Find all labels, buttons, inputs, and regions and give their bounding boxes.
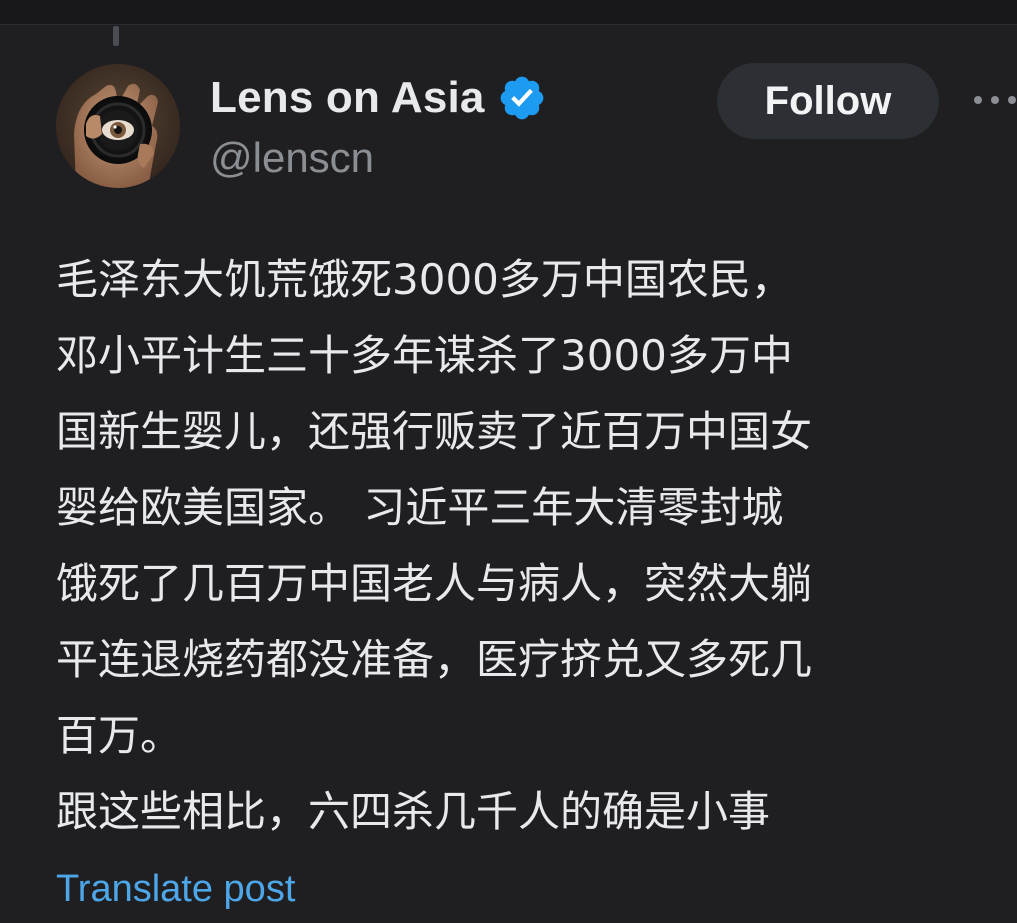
post-text-line: 国新生婴儿，还强行贩卖了近百万中国女 (56, 407, 813, 456)
avatar[interactable] (56, 64, 180, 188)
dot-icon (974, 96, 982, 104)
post-text-line: 邓小平计生三十多年谋杀了3000多万中 (56, 331, 793, 380)
camera-lens-eye-avatar-icon (56, 64, 180, 188)
follow-button[interactable]: Follow (717, 63, 939, 139)
post-text-line: 百万。 (56, 711, 183, 760)
author-name-row: Lens on Asia (210, 66, 547, 130)
post-text-line: 跟这些相比，六四杀几千人的确是小事 (56, 787, 771, 836)
more-options-icon[interactable] (968, 78, 1017, 122)
author-handle[interactable]: @lenscn (210, 134, 547, 182)
thread-connector-line (113, 26, 119, 46)
tweet-card: Lens on Asia @lenscn Follow 毛泽东大饥荒饿死3000… (0, 0, 1017, 923)
translate-post-link[interactable]: Translate post (56, 868, 295, 911)
author-info: Lens on Asia @lenscn (210, 66, 547, 182)
dot-icon (991, 96, 999, 104)
verified-badge-icon[interactable] (497, 73, 547, 123)
dot-icon (1008, 96, 1016, 104)
post-text-line: 毛泽东大饥荒饿死3000多万中国农民， (56, 255, 793, 304)
post-text-line: 平连退烧药都没准备，医疗挤兑又多死几 (56, 635, 813, 684)
post-text-line: 婴给欧美国家。 习近平三年大清零封城 (56, 483, 784, 532)
post-text-line: 饿死了几百万中国老人与病人，突然大躺 (56, 559, 813, 608)
post-text: 毛泽东大饥荒饿死3000多万中国农民， 邓小平计生三十多年谋杀了3000多万中 … (56, 242, 1017, 850)
previous-post-edge (0, 0, 1017, 25)
author-display-name[interactable]: Lens on Asia (210, 73, 485, 123)
